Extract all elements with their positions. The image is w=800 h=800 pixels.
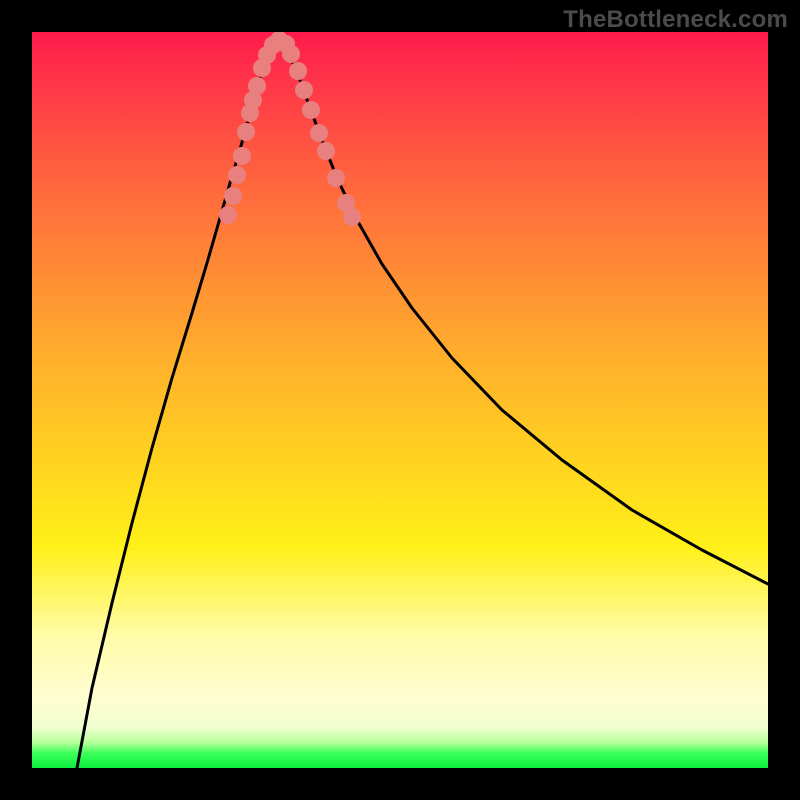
data-dot	[343, 208, 361, 226]
data-dot	[302, 101, 320, 119]
data-dot	[233, 147, 251, 165]
data-dot	[224, 187, 242, 205]
data-dot	[317, 142, 335, 160]
data-dot	[327, 169, 345, 187]
data-dot	[310, 124, 328, 142]
data-dot	[248, 77, 266, 95]
bottleneck-curve	[77, 36, 768, 768]
data-dot	[219, 206, 237, 224]
watermark-text: TheBottleneck.com	[563, 6, 788, 34]
data-dot	[228, 166, 246, 184]
data-dot	[295, 81, 313, 99]
chart-frame: TheBottleneck.com	[0, 0, 800, 800]
curve-left-branch	[77, 36, 279, 768]
curve-layer	[32, 32, 768, 768]
data-dot	[237, 123, 255, 141]
data-dots	[219, 32, 361, 226]
plot-area	[32, 32, 768, 768]
curve-right-branch	[279, 36, 768, 584]
data-dot	[289, 62, 307, 80]
data-dot	[282, 45, 300, 63]
